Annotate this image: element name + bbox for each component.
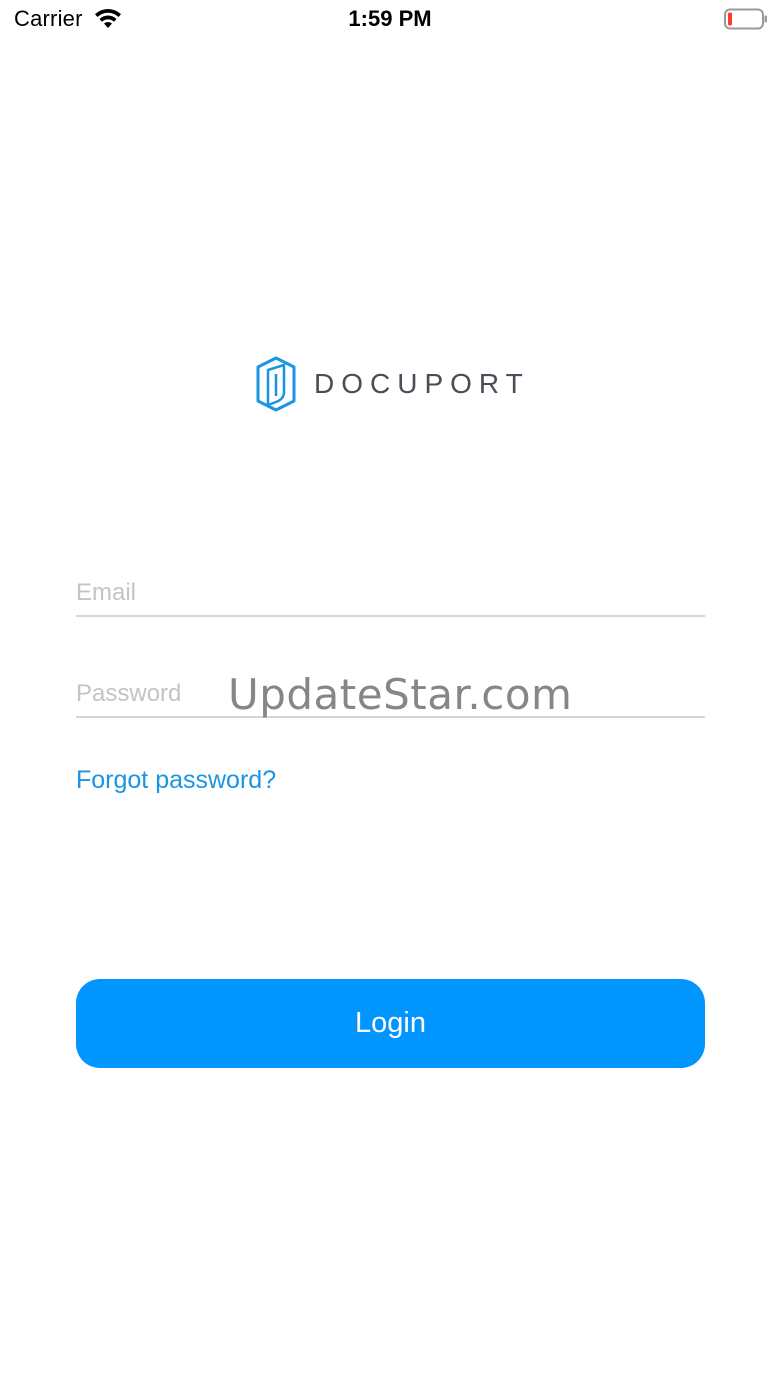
status-time: 1:59 PM (348, 6, 432, 31)
battery-icon (724, 8, 767, 30)
logo-wordmark: DOCUPORT (314, 368, 530, 399)
docuport-logo-icon (256, 356, 296, 412)
status-bar: Carrier 1:59 PM (0, 0, 780, 40)
password-field-container (76, 666, 705, 718)
docuport-logo: DOCUPORT (254, 355, 530, 413)
forgot-password-link[interactable]: Forgot password? (76, 766, 276, 795)
email-field-container (76, 565, 705, 617)
password-field[interactable] (76, 676, 705, 712)
email-field[interactable] (76, 575, 705, 611)
login-button[interactable]: Login (76, 979, 705, 1068)
